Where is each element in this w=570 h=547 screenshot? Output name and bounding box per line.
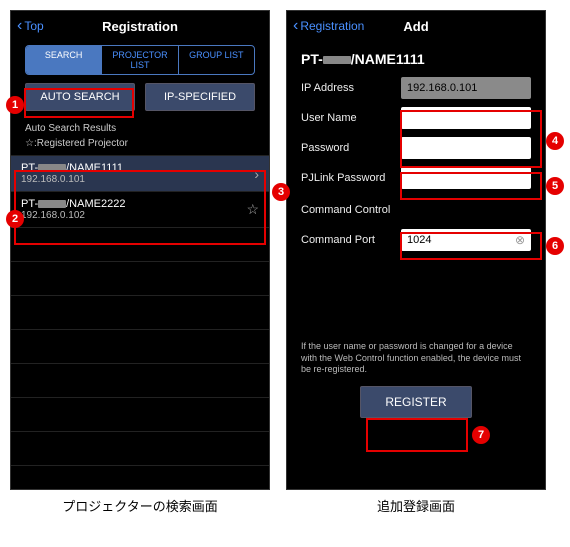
- page-title: Registration: [102, 19, 178, 34]
- auto-search-button[interactable]: AUTO SEARCH: [25, 83, 135, 111]
- projector-ip: 192.168.0.102: [21, 210, 246, 221]
- pjlink-password-field[interactable]: [401, 167, 531, 189]
- back-button[interactable]: ‹ Registration: [293, 18, 364, 34]
- projector-ip: 192.168.0.101: [21, 174, 254, 185]
- results-list: PT-/NAME1111 192.168.0.101 › PT-/NAME222…: [11, 155, 269, 466]
- callout-badge: 5: [546, 177, 564, 195]
- star-icon: ☆: [246, 201, 259, 218]
- command-port-label: Command Port: [301, 234, 401, 246]
- nav-bar: ‹ Top Registration: [11, 11, 269, 41]
- registered-legend: ☆:Registered Projector: [11, 136, 269, 151]
- ip-address-field: 192.168.0.101: [401, 77, 531, 99]
- list-item: [11, 330, 269, 364]
- list-item: [11, 228, 269, 262]
- nav-bar: ‹ Registration Add: [287, 11, 545, 41]
- password-field[interactable]: [401, 137, 531, 159]
- segment-projector-list[interactable]: PROJECTOR LIST: [102, 46, 178, 74]
- projector-heading: PT-/NAME1111: [301, 51, 531, 67]
- list-item: [11, 296, 269, 330]
- chevron-right-icon: ›: [254, 166, 259, 182]
- callout-badge: 4: [546, 132, 564, 150]
- callout-badge: 6: [546, 237, 564, 255]
- list-item: [11, 398, 269, 432]
- password-label: Password: [301, 142, 401, 154]
- projector-name: PT-/NAME2222: [21, 198, 246, 210]
- callout-badge: 1: [6, 96, 24, 114]
- back-label: Top: [24, 19, 43, 33]
- figure-caption: プロジェクターの検索画面: [10, 496, 270, 515]
- figure-caption: 追加登録画面: [286, 496, 546, 515]
- clear-icon[interactable]: ⊗: [515, 233, 525, 247]
- ip-address-label: IP Address: [301, 82, 401, 94]
- register-button[interactable]: REGISTER: [360, 386, 471, 418]
- results-heading: Auto Search Results: [11, 121, 269, 136]
- redacted-icon: [323, 56, 351, 64]
- back-label: Registration: [300, 19, 364, 33]
- add-screen: ‹ Registration Add PT-/NAME1111 IP Addre…: [286, 10, 546, 490]
- search-screen: ‹ Top Registration SEARCH PROJECTOR LIST…: [10, 10, 270, 490]
- segment-control: SEARCH PROJECTOR LIST GROUP LIST: [25, 45, 255, 75]
- info-note: If the user name or password is changed …: [287, 341, 545, 376]
- chevron-left-icon: ‹: [17, 18, 22, 34]
- callout-badge: 2: [6, 210, 24, 228]
- list-item[interactable]: PT-/NAME2222 192.168.0.102 ☆: [11, 192, 269, 228]
- callout-badge: 3: [272, 183, 290, 201]
- command-control-label: Command Control: [301, 204, 390, 216]
- chevron-left-icon: ‹: [293, 18, 298, 34]
- command-port-field[interactable]: 1024 ⊗: [401, 229, 531, 251]
- list-item: [11, 262, 269, 296]
- page-title: Add: [403, 19, 428, 34]
- pjlink-password-label: PJLink Password: [301, 172, 401, 184]
- back-button[interactable]: ‹ Top: [17, 18, 44, 34]
- list-item: [11, 364, 269, 398]
- segment-group-list[interactable]: GROUP LIST: [179, 46, 254, 74]
- username-field[interactable]: [401, 107, 531, 129]
- list-item[interactable]: PT-/NAME1111 192.168.0.101 ›: [11, 156, 269, 192]
- callout-badge: 7: [472, 426, 490, 444]
- username-label: User Name: [301, 112, 401, 124]
- ip-specified-button[interactable]: IP-SPECIFIED: [145, 83, 255, 111]
- redacted-icon: [38, 200, 66, 208]
- projector-name: PT-/NAME1111: [21, 162, 254, 174]
- segment-search[interactable]: SEARCH: [26, 46, 102, 74]
- list-item: [11, 432, 269, 466]
- redacted-icon: [38, 164, 66, 172]
